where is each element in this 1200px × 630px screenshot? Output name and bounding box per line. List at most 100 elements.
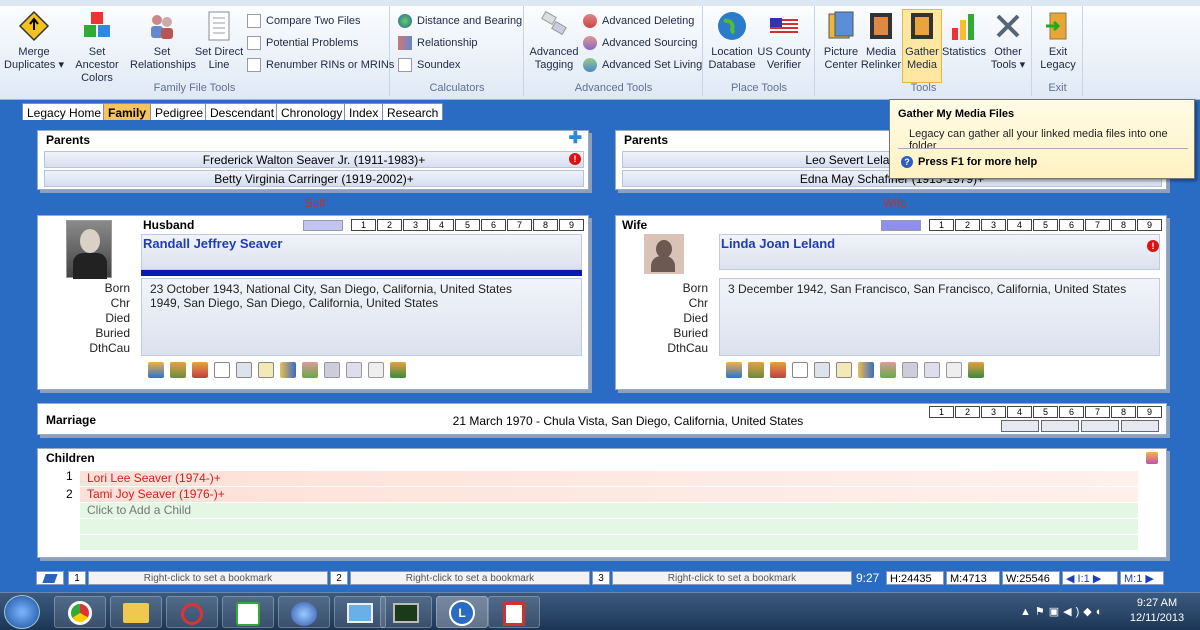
address-icon[interactable] bbox=[324, 362, 340, 378]
marriage-panel[interactable]: Marriage 21 March 1970 - Chula Vista, Sa… bbox=[37, 403, 1167, 435]
dropbox-icon[interactable]: ◆ bbox=[1083, 606, 1095, 618]
spouses-icon[interactable] bbox=[748, 362, 764, 378]
marriage-num-2[interactable]: 2 bbox=[955, 406, 980, 418]
terminal-taskbar-button[interactable] bbox=[380, 596, 432, 628]
marriage-notes-icon[interactable] bbox=[1081, 420, 1119, 432]
add-child-row[interactable]: Click to Add a Child bbox=[80, 503, 1138, 518]
individual-index[interactable]: ◀ I:1 ▶ bbox=[1062, 571, 1118, 585]
clock-date[interactable]: 12/11/2013 bbox=[1128, 612, 1186, 624]
wife-warning-icon[interactable]: ! bbox=[1147, 240, 1159, 252]
chrome-taskbar-button[interactable] bbox=[54, 596, 106, 628]
marriage-num-4[interactable]: 4 bbox=[1007, 406, 1032, 418]
window-taskbar-button[interactable] bbox=[334, 596, 386, 628]
wife-num-8[interactable]: 8 bbox=[1111, 219, 1136, 231]
other-tools-button[interactable]: Other Tools ▾ bbox=[988, 10, 1028, 72]
start-button[interactable] bbox=[4, 595, 40, 629]
sort-children-icon[interactable] bbox=[1146, 452, 1158, 464]
husband-num-1[interactable]: 1 bbox=[351, 219, 376, 231]
marriage-num-7[interactable]: 7 bbox=[1085, 406, 1110, 418]
marriage-num-8[interactable]: 8 bbox=[1111, 406, 1136, 418]
wife-num-5[interactable]: 5 bbox=[1033, 219, 1058, 231]
gather-media-button[interactable]: Gather Media bbox=[902, 9, 942, 83]
notes-icon[interactable] bbox=[214, 362, 230, 378]
empty-child-row[interactable] bbox=[80, 535, 1138, 550]
edit-icon[interactable] bbox=[836, 362, 852, 378]
marriage-count[interactable]: M:4713 bbox=[946, 571, 1000, 585]
tray-expand-icon[interactable]: ▲ bbox=[1020, 606, 1035, 618]
marriage-num-5[interactable]: 5 bbox=[1033, 406, 1058, 418]
set-direct-line-button[interactable]: Set Direct Line bbox=[194, 10, 244, 72]
family-icon[interactable] bbox=[302, 362, 318, 378]
us-county-verifier-button[interactable]: US County Verifier bbox=[756, 10, 812, 72]
sync-icon[interactable]: ◐ bbox=[1096, 606, 1107, 618]
marriage-edit-icon[interactable] bbox=[1041, 420, 1079, 432]
location-database-button[interactable]: Location Database bbox=[708, 10, 756, 72]
picture-icon[interactable] bbox=[236, 362, 252, 378]
marriage-num-6[interactable]: 6 bbox=[1059, 406, 1084, 418]
husband-photo[interactable] bbox=[66, 220, 112, 279]
renumber-button[interactable]: Renumber RINs or MRINs bbox=[247, 56, 394, 74]
husband-mother-bar[interactable]: Betty Virginia Carringer (1919-2002)+ bbox=[44, 170, 584, 187]
person-icon[interactable] bbox=[148, 362, 164, 378]
marriage-index[interactable]: M:1 ▶ bbox=[1120, 571, 1164, 585]
husband-num-8[interactable]: 8 bbox=[533, 219, 558, 231]
media-relinker-button[interactable]: Media Relinker bbox=[860, 10, 902, 72]
wife-num-7[interactable]: 7 bbox=[1085, 219, 1110, 231]
husband-num-3[interactable]: 3 bbox=[403, 219, 428, 231]
husband-num-2[interactable]: 2 bbox=[377, 219, 402, 231]
thunderbird-taskbar-button[interactable] bbox=[278, 596, 330, 628]
husband-born[interactable]: 23 October 1943, National City, San Dieg… bbox=[150, 282, 512, 296]
edit-icon[interactable] bbox=[258, 362, 274, 378]
marriage-picture-icon[interactable] bbox=[1121, 420, 1159, 432]
address-icon[interactable] bbox=[902, 362, 918, 378]
potential-problems-button[interactable]: Potential Problems bbox=[247, 34, 358, 52]
advanced-tagging-button[interactable]: Advanced Tagging bbox=[529, 10, 579, 72]
wife-num-9[interactable]: 9 bbox=[1137, 219, 1162, 231]
wife-name[interactable]: Linda Joan Leland bbox=[721, 236, 835, 251]
set-relationships-button[interactable]: Set Relationships bbox=[130, 10, 196, 72]
relationship-button[interactable]: Relationship bbox=[398, 34, 478, 52]
clock-time[interactable]: 9:27 AM bbox=[1128, 597, 1186, 609]
picture-center-button[interactable]: Picture Center bbox=[820, 10, 862, 72]
husband-count[interactable]: H:24435 bbox=[886, 571, 944, 585]
todo-icon[interactable] bbox=[346, 362, 362, 378]
wife-color-swatch[interactable] bbox=[881, 220, 921, 231]
picture-icon[interactable] bbox=[814, 362, 830, 378]
compare-two-files-button[interactable]: Compare Two Files bbox=[247, 12, 361, 30]
empty-child-row[interactable] bbox=[80, 519, 1138, 534]
bookmark-book-icon[interactable] bbox=[36, 571, 64, 585]
marriage-sources-icon[interactable] bbox=[1001, 420, 1039, 432]
person-icon[interactable] bbox=[726, 362, 742, 378]
person-living-icon[interactable] bbox=[390, 362, 406, 378]
family-icon[interactable] bbox=[880, 362, 896, 378]
wife-born[interactable]: 3 December 1942, San Francisco, San Fran… bbox=[728, 282, 1126, 296]
wife-num-2[interactable]: 2 bbox=[955, 219, 980, 231]
exit-legacy-button[interactable]: Exit Legacy bbox=[1037, 10, 1079, 72]
snipping-taskbar-button[interactable] bbox=[166, 596, 218, 628]
husband-num-9[interactable]: 9 bbox=[559, 219, 584, 231]
warning-icon[interactable]: ! bbox=[569, 153, 581, 165]
child-row-1[interactable]: Lori Lee Seaver (1974-)+ bbox=[80, 471, 1138, 486]
bookmark-slot-1[interactable]: Right-click to set a bookmark bbox=[88, 571, 328, 585]
person-living-icon[interactable] bbox=[968, 362, 984, 378]
statistics-button[interactable]: Statistics bbox=[942, 10, 986, 59]
marriage-num-9[interactable]: 9 bbox=[1137, 406, 1162, 418]
wife-num-6[interactable]: 6 bbox=[1059, 219, 1084, 231]
marriage-text[interactable]: 21 March 1970 - Chula Vista, San Diego, … bbox=[388, 414, 868, 428]
wife-num-1[interactable]: 1 bbox=[929, 219, 954, 231]
husband-num-5[interactable]: 5 bbox=[455, 219, 480, 231]
notes-icon[interactable] bbox=[792, 362, 808, 378]
volume-icon[interactable]: ◀) bbox=[1063, 606, 1083, 618]
husband-color-swatch[interactable] bbox=[303, 220, 343, 231]
sources-icon[interactable] bbox=[858, 362, 874, 378]
marriage-num-1[interactable]: 1 bbox=[929, 406, 954, 418]
set-ancestor-colors-button[interactable]: Set Ancestor Colors bbox=[66, 10, 128, 85]
flag-icon[interactable]: ⚑ bbox=[1035, 606, 1049, 618]
husband-chr[interactable]: 1949, San Diego, San Diego, California, … bbox=[150, 296, 438, 310]
soundex-button[interactable]: Soundex bbox=[398, 56, 460, 74]
husband-num-6[interactable]: 6 bbox=[481, 219, 506, 231]
husband-num-4[interactable]: 4 bbox=[429, 219, 454, 231]
todo-icon[interactable] bbox=[924, 362, 940, 378]
distance-bearing-button[interactable]: Distance and Bearing bbox=[398, 12, 522, 30]
library-icon[interactable] bbox=[946, 362, 962, 378]
